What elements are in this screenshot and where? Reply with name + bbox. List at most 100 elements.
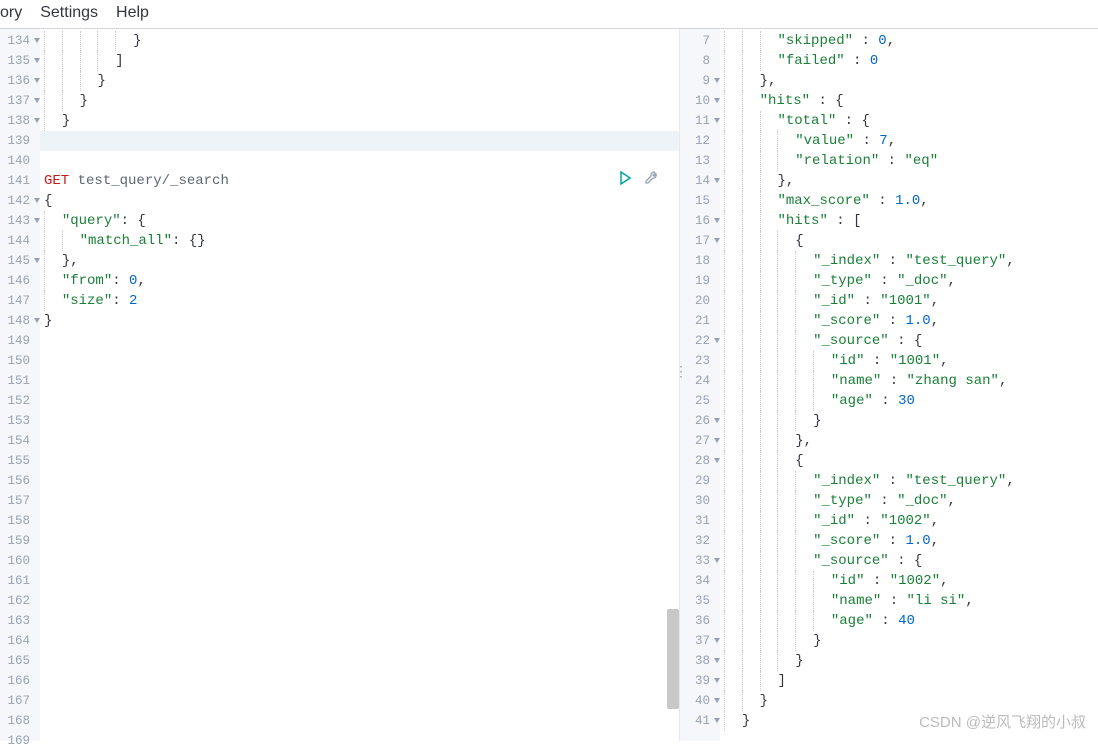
- wrench-icon[interactable]: [643, 170, 659, 193]
- line-number: 158: [0, 511, 40, 531]
- code-line[interactable]: [40, 551, 679, 571]
- code-line[interactable]: [40, 131, 679, 151]
- line-number: 28: [680, 451, 720, 471]
- line-number: 40: [680, 691, 720, 711]
- line-number: 153: [0, 411, 40, 431]
- line-number: 29: [680, 471, 720, 491]
- code-line[interactable]: [40, 471, 679, 491]
- code-line[interactable]: "query": {: [40, 211, 679, 231]
- code-line: "hits" : {: [720, 91, 1098, 111]
- line-number: 168: [0, 711, 40, 731]
- code-line[interactable]: [40, 711, 679, 731]
- line-number: 22: [680, 331, 720, 351]
- code-line[interactable]: [40, 331, 679, 351]
- line-number: 142: [0, 191, 40, 211]
- code-line[interactable]: [40, 611, 679, 631]
- menu-help[interactable]: Help: [116, 4, 149, 22]
- code-line: "age" : 40: [720, 611, 1098, 631]
- code-line[interactable]: }: [40, 111, 679, 131]
- line-number: 157: [0, 491, 40, 511]
- line-number: 169: [0, 731, 40, 751]
- code-line: "_index" : "test_query",: [720, 251, 1098, 271]
- code-line[interactable]: [40, 531, 679, 551]
- code-line: "_score" : 1.0,: [720, 531, 1098, 551]
- menubar: ory Settings Help: [0, 0, 1098, 29]
- line-number: 144: [0, 231, 40, 251]
- code-line[interactable]: [40, 151, 679, 171]
- code-line[interactable]: }: [40, 71, 679, 91]
- code-line[interactable]: },: [40, 251, 679, 271]
- code-line[interactable]: [40, 631, 679, 651]
- code-line: "skipped" : 0,: [720, 31, 1098, 51]
- code-line: "name" : "li si",: [720, 591, 1098, 611]
- code-line[interactable]: }: [40, 31, 679, 51]
- line-number: 148: [0, 311, 40, 331]
- line-number: 151: [0, 371, 40, 391]
- line-number: 164: [0, 631, 40, 651]
- code-line[interactable]: "from": 0,: [40, 271, 679, 291]
- line-number: 37: [680, 631, 720, 651]
- code-line[interactable]: }: [40, 91, 679, 111]
- line-number: 134: [0, 31, 40, 51]
- code-line: }: [720, 411, 1098, 431]
- line-number: 25: [680, 391, 720, 411]
- panel-resize-handle[interactable]: ⋮: [674, 370, 688, 376]
- line-number: 160: [0, 551, 40, 571]
- code-line: }: [720, 691, 1098, 711]
- line-number: 41: [680, 711, 720, 731]
- line-number: 12: [680, 131, 720, 151]
- line-number: 15: [680, 191, 720, 211]
- request-editor[interactable]: 1341351361371381391401411421431441451461…: [0, 29, 680, 741]
- line-gutter-right: 7891011121314151617181920212223242526272…: [680, 29, 720, 741]
- code-line[interactable]: [40, 411, 679, 431]
- code-line[interactable]: [40, 691, 679, 711]
- code-area-left[interactable]: } ] } } } GET test_query/_search{ "query"…: [40, 29, 679, 741]
- line-number: 138: [0, 111, 40, 131]
- code-line: },: [720, 71, 1098, 91]
- code-line[interactable]: [40, 511, 679, 531]
- code-line: "name" : "zhang san",: [720, 371, 1098, 391]
- vertical-scrollbar[interactable]: [667, 609, 679, 709]
- line-number: 20: [680, 291, 720, 311]
- line-number: 13: [680, 151, 720, 171]
- code-line[interactable]: [40, 491, 679, 511]
- code-line: "relation" : "eq": [720, 151, 1098, 171]
- code-line[interactable]: [40, 731, 679, 751]
- code-line: },: [720, 431, 1098, 451]
- code-line[interactable]: "size": 2: [40, 291, 679, 311]
- code-line: "_type" : "_doc",: [720, 491, 1098, 511]
- menu-settings[interactable]: Settings: [40, 4, 98, 22]
- code-line: "_id" : "1002",: [720, 511, 1098, 531]
- code-line[interactable]: [40, 431, 679, 451]
- code-line[interactable]: }: [40, 311, 679, 331]
- line-number: 139: [0, 131, 40, 151]
- code-line[interactable]: "match_all": {}: [40, 231, 679, 251]
- code-line[interactable]: [40, 371, 679, 391]
- code-line[interactable]: [40, 351, 679, 371]
- line-number: 165: [0, 651, 40, 671]
- code-line[interactable]: [40, 391, 679, 411]
- line-number: 38: [680, 651, 720, 671]
- line-number: 163: [0, 611, 40, 631]
- line-number: 27: [680, 431, 720, 451]
- code-line[interactable]: [40, 571, 679, 591]
- line-number: 155: [0, 451, 40, 471]
- code-line[interactable]: [40, 591, 679, 611]
- line-number: 19: [680, 271, 720, 291]
- response-viewer[interactable]: 7891011121314151617181920212223242526272…: [680, 29, 1098, 741]
- line-number: 14: [680, 171, 720, 191]
- run-query-icon[interactable]: [617, 170, 633, 193]
- line-number: 30: [680, 491, 720, 511]
- code-line[interactable]: ]: [40, 51, 679, 71]
- line-number: 159: [0, 531, 40, 551]
- code-line[interactable]: [40, 451, 679, 471]
- code-line[interactable]: [40, 671, 679, 691]
- line-number: 10: [680, 91, 720, 111]
- code-line[interactable]: GET test_query/_search: [40, 171, 679, 191]
- code-line: },: [720, 171, 1098, 191]
- line-number: 146: [0, 271, 40, 291]
- menu-history[interactable]: ory: [0, 4, 22, 22]
- code-line[interactable]: {: [40, 191, 679, 211]
- code-line: "_source" : {: [720, 551, 1098, 571]
- code-line[interactable]: [40, 651, 679, 671]
